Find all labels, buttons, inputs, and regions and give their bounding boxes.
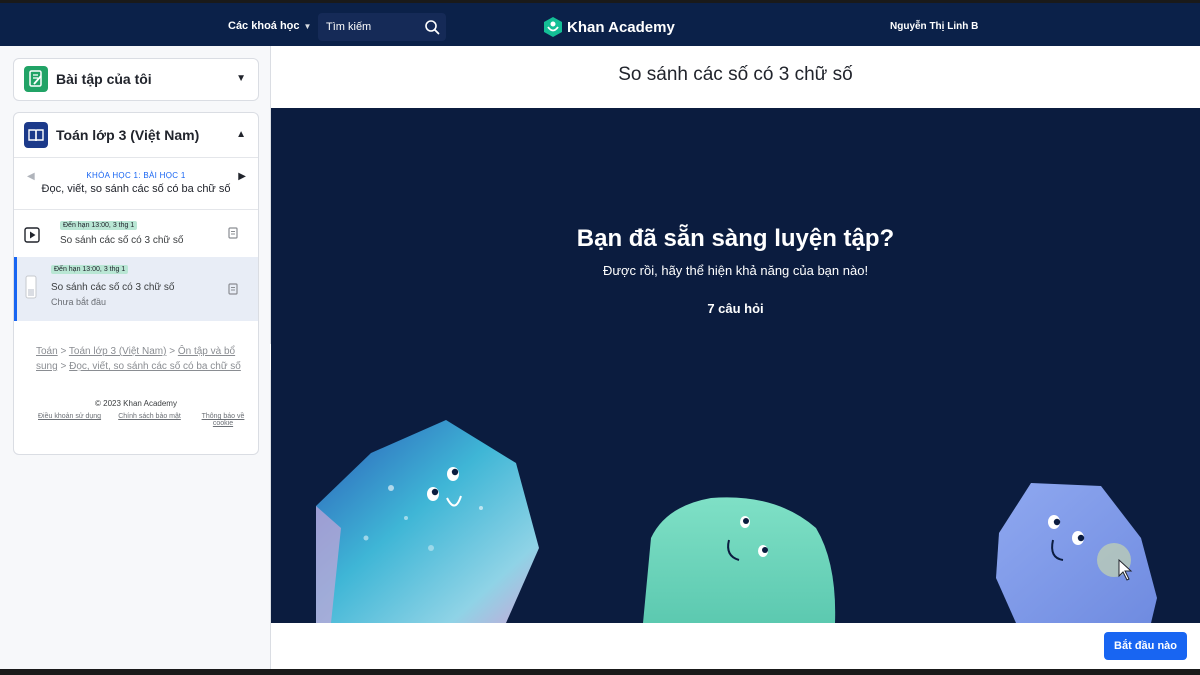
teal-creature: [643, 497, 836, 623]
search-placeholder: Tìm kiếm: [326, 21, 372, 33]
search-input[interactable]: Tìm kiếm: [318, 13, 446, 41]
chevron-down-icon[interactable]: ▼: [236, 73, 246, 84]
divider: [14, 157, 258, 158]
footer-links: Điều khoản sử dụng Chính sách bảo mật Th…: [38, 413, 248, 427]
unit-kicker: KHÓA HỌC 1: BÀI HỌC 1: [86, 171, 186, 180]
lavender-creature: [996, 483, 1157, 623]
my-exercises-title: Bài tập của tôi: [56, 71, 152, 87]
video-play-icon: [24, 227, 40, 243]
document-icon[interactable]: [228, 283, 238, 295]
list-item-exercise-selected[interactable]: Đến hạn 13:00, 3 thg 1 So sánh các số có…: [14, 257, 258, 321]
khan-logo-icon: [544, 17, 562, 37]
os-taskbar: [0, 669, 1200, 675]
divider: [14, 209, 258, 210]
breadcrumb: Toán > Toán lớp 3 (Việt Nam) > Ôn tập và…: [36, 346, 241, 372]
book-icon: [24, 122, 48, 148]
unit-title[interactable]: Đọc, viết, so sánh các số có ba chữ số: [14, 183, 258, 195]
caret-down-icon: ▼: [303, 21, 312, 31]
item-name: So sánh các số có 3 chữ số: [60, 235, 184, 246]
unit-navigator: ◀ KHÓA HỌC 1: BÀI HỌC 1 Đọc, viết, so sá…: [14, 165, 258, 207]
list-item-video[interactable]: Đến hạn 13:00, 3 thg 1 So sánh các số có…: [14, 213, 258, 259]
practice-heading: Bạn đã sẵn sàng luyện tập?: [576, 225, 895, 252]
practice-subheading: Được rồi, hãy thể hiện khả năng của bạn …: [602, 263, 869, 278]
blue-creature: [316, 420, 539, 623]
search-icon[interactable]: [424, 19, 440, 35]
due-badge: Đến hạn 13:00, 3 thg 1: [51, 265, 129, 274]
chevron-right-icon[interactable]: ▶: [238, 171, 246, 182]
content-header: So sánh các số có 3 chữ số: [271, 46, 1200, 108]
logo-text: Khan Academy: [567, 18, 675, 36]
cookie-notice-link[interactable]: Thông báo về cookie: [198, 413, 248, 427]
item-status: Chưa bắt đầu: [51, 297, 107, 307]
due-badge: Đến hạn 13:00, 3 thg 1: [60, 221, 138, 230]
question-count: 7 câu hỏi: [707, 301, 764, 316]
breadcrumb-link[interactable]: Đọc, viết, so sánh các số có ba chữ số: [69, 361, 241, 372]
course-card: Toán lớp 3 (Việt Nam) ▲ ◀ KHÓA HỌC 1: BÀ…: [13, 112, 259, 455]
document-icon[interactable]: [228, 227, 238, 239]
content-footer: Bắt đầu nào: [271, 623, 1200, 669]
page-title: So sánh các số có 3 chữ số: [618, 64, 853, 85]
my-exercises-card[interactable]: Bài tập của tôi ▼: [13, 58, 259, 101]
item-name: So sánh các số có 3 chữ số: [51, 282, 175, 293]
courses-menu-button[interactable]: Các khoá học ▼: [228, 20, 311, 32]
breadcrumb-link[interactable]: Toán: [36, 346, 58, 357]
practice-intro-stage: Bạn đã sẵn sàng luyện tập? Được rồi, hãy…: [271, 108, 1200, 623]
privacy-link[interactable]: Chính sách bảo mật: [118, 413, 181, 427]
breadcrumb-link[interactable]: Toán lớp 3 (Việt Nam): [69, 346, 167, 357]
course-title: Toán lớp 3 (Việt Nam): [56, 127, 200, 143]
creatures-illustration: [316, 420, 1157, 623]
user-menu[interactable]: Nguyễn Thị Linh B: [890, 21, 978, 32]
top-nav: Các khoá học ▼ Tìm kiếm Khan Academy Ngu…: [0, 0, 1200, 46]
sidebar: Bài tập của tôi ▼ Toán lớp 3 (Việt Nam) …: [0, 46, 271, 669]
exercise-bar-icon: [25, 275, 37, 299]
start-button[interactable]: Bắt đầu nào: [1104, 632, 1187, 660]
exercise-pencil-icon: [24, 66, 48, 92]
terms-link[interactable]: Điều khoản sử dụng: [38, 413, 101, 427]
chevron-up-icon[interactable]: ▲: [236, 129, 246, 140]
khan-academy-logo[interactable]: Khan Academy: [544, 17, 675, 37]
copyright: © 2023 Khan Academy: [95, 399, 177, 408]
courses-menu-label: Các khoá học: [228, 20, 300, 32]
